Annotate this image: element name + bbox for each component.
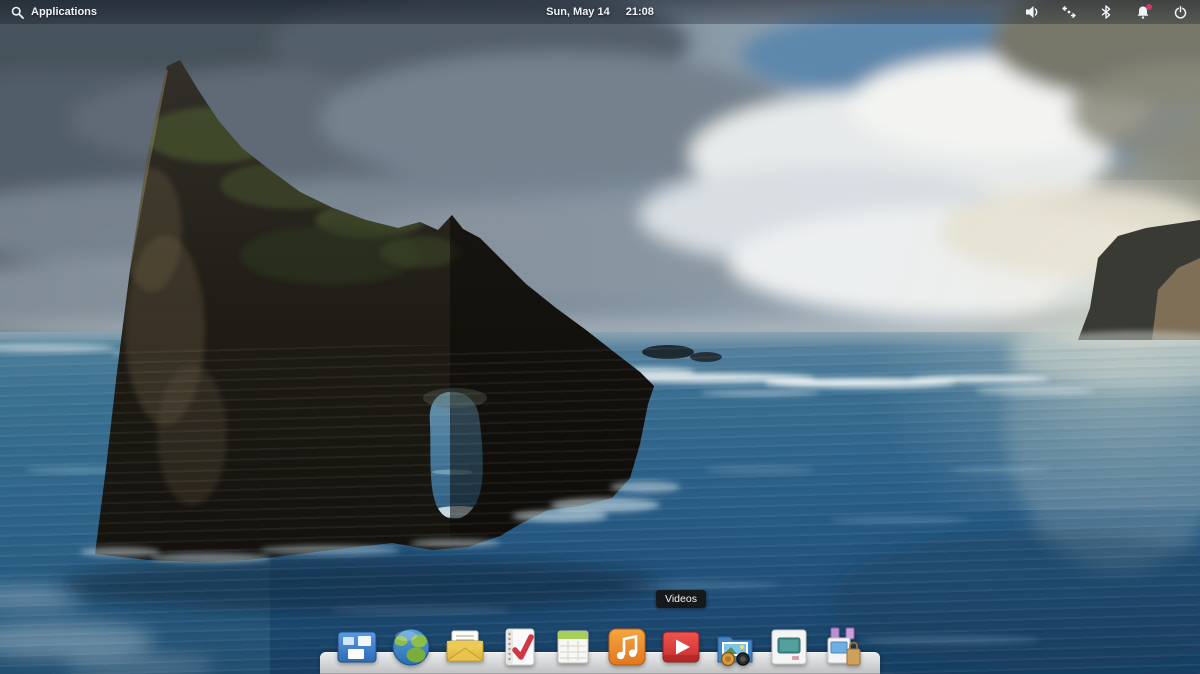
panel-time: 21:08 — [626, 6, 654, 18]
applications-label: Applications — [31, 6, 97, 18]
photos-icon[interactable] — [713, 625, 757, 669]
web-browser-icon[interactable] — [389, 625, 433, 669]
mail-icon[interactable] — [443, 625, 487, 669]
network-icon[interactable] — [1061, 4, 1077, 20]
indicator-area — [1024, 4, 1200, 20]
notification-badge — [1146, 4, 1152, 10]
bluetooth-icon[interactable] — [1098, 4, 1114, 20]
music-icon[interactable] — [605, 625, 649, 669]
panel-date: Sun, May 14 — [546, 6, 610, 18]
videos-icon[interactable] — [659, 625, 703, 669]
top-panel: Applications Sun, May 14 21:08 — [0, 0, 1200, 24]
desktop: Applications Sun, May 14 21:08 — [0, 0, 1200, 674]
session-icon[interactable] — [1172, 4, 1188, 20]
notifications-icon[interactable] — [1135, 4, 1151, 20]
appcenter-icon[interactable] — [821, 625, 865, 669]
clock[interactable]: Sun, May 14 21:08 — [546, 6, 654, 18]
dock-icons — [335, 625, 865, 669]
calendar-icon[interactable] — [551, 625, 595, 669]
volume-icon[interactable] — [1024, 4, 1040, 20]
screenshot-icon[interactable] — [767, 625, 811, 669]
multitasking-view-icon[interactable] — [335, 625, 379, 669]
tasks-icon[interactable] — [497, 625, 541, 669]
dock-tooltip: Videos — [656, 590, 706, 608]
wallpaper-image — [0, 0, 1200, 674]
search-icon — [9, 4, 25, 20]
applications-menu-button[interactable]: Applications — [0, 4, 97, 20]
